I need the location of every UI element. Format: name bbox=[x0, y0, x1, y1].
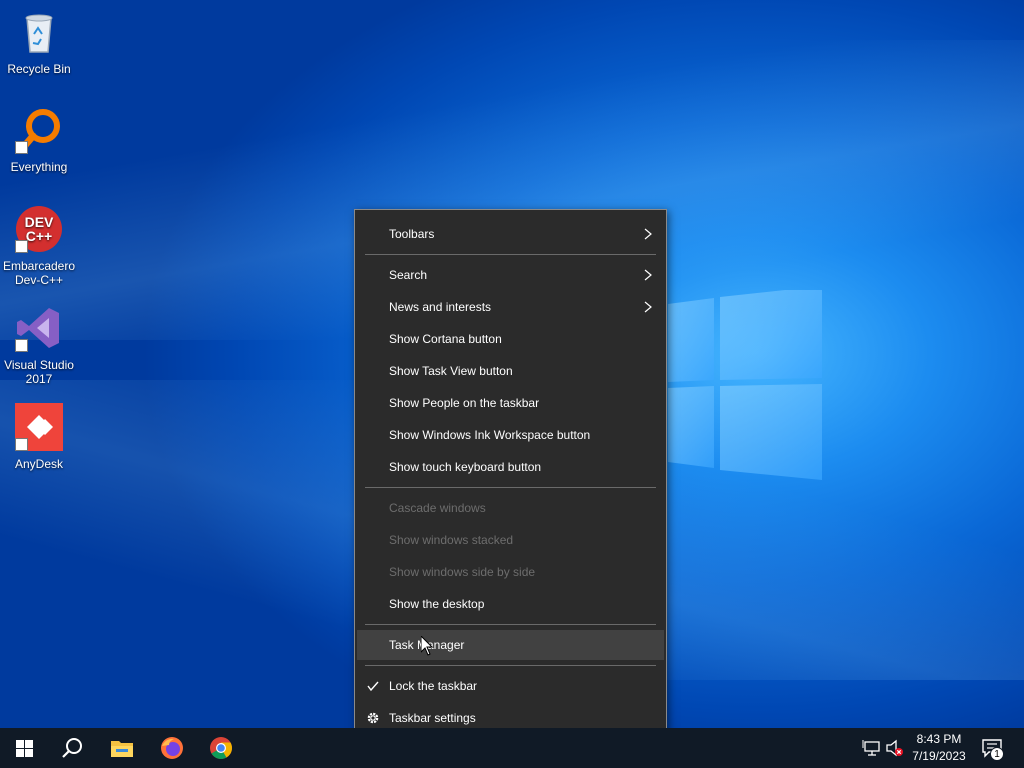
anydesk-icon bbox=[15, 403, 63, 451]
menu-item-show-ink-workspace[interactable]: Show Windows Ink Workspace button bbox=[357, 420, 664, 450]
taskbar-context-menu: Toolbars Search News and interests Show … bbox=[354, 209, 667, 743]
menu-item-show-windows-side-by-side: Show windows side by side bbox=[357, 557, 664, 587]
menu-item-label: Show Windows Ink Workspace button bbox=[389, 428, 591, 442]
menu-item-show-task-view[interactable]: Show Task View button bbox=[357, 356, 664, 386]
menu-item-label: Show Cortana button bbox=[389, 332, 502, 346]
gear-icon bbox=[367, 712, 379, 724]
chevron-right-icon bbox=[644, 269, 652, 281]
menu-item-toolbars[interactable]: Toolbars bbox=[357, 219, 664, 249]
menu-separator bbox=[365, 487, 656, 488]
menu-item-cascade-windows: Cascade windows bbox=[357, 493, 664, 523]
system-clock[interactable]: 8:43 PM 7/19/2023 bbox=[904, 731, 974, 765]
firefox-button[interactable] bbox=[148, 728, 196, 768]
notification-count-badge: 1 bbox=[990, 747, 1004, 761]
everything-search-icon bbox=[15, 106, 63, 154]
desktop-icon-devcpp[interactable]: DEV C++ Embarcadero Dev-C++ bbox=[2, 205, 76, 287]
chrome-button[interactable] bbox=[197, 728, 245, 768]
menu-item-label: Show People on the taskbar bbox=[389, 396, 540, 410]
menu-separator bbox=[365, 624, 656, 625]
desktop-icon-label: Embarcadero Dev-C++ bbox=[2, 259, 76, 287]
menu-item-task-manager[interactable]: Task Manager bbox=[357, 630, 664, 660]
menu-item-label: Show the desktop bbox=[389, 597, 485, 611]
menu-item-news-and-interests[interactable]: News and interests bbox=[357, 292, 664, 322]
file-explorer-icon bbox=[111, 741, 133, 757]
menu-item-show-cortana[interactable]: Show Cortana button bbox=[357, 324, 664, 354]
desktop-icon-everything[interactable]: Everything bbox=[2, 106, 76, 174]
network-icon[interactable] bbox=[862, 738, 882, 758]
firefox-icon bbox=[161, 737, 183, 759]
svg-text:C++: C++ bbox=[26, 228, 52, 244]
search-icon bbox=[62, 738, 82, 758]
clock-time: 8:43 PM bbox=[916, 732, 962, 746]
menu-separator bbox=[365, 665, 656, 666]
search-button[interactable] bbox=[48, 728, 96, 768]
taskbar: 8:43 PM 7/19/2023 1 bbox=[0, 728, 1024, 768]
start-button[interactable] bbox=[0, 728, 48, 768]
desktop-icon-label: AnyDesk bbox=[14, 457, 64, 471]
shortcut-arrow-icon bbox=[15, 240, 28, 253]
menu-item-label: News and interests bbox=[389, 300, 492, 314]
clock-date: 7/19/2023 bbox=[912, 749, 966, 763]
menu-item-show-windows-stacked: Show windows stacked bbox=[357, 525, 664, 555]
start-icon bbox=[15, 739, 33, 757]
windows-logo-wallpaper bbox=[668, 290, 822, 480]
menu-item-show-the-desktop[interactable]: Show the desktop bbox=[357, 589, 664, 619]
menu-item-label: Lock the taskbar bbox=[389, 679, 478, 693]
menu-item-show-people[interactable]: Show People on the taskbar bbox=[357, 388, 664, 418]
file-explorer-button[interactable] bbox=[98, 728, 146, 768]
menu-item-lock-taskbar[interactable]: Lock the taskbar bbox=[357, 671, 664, 701]
menu-separator bbox=[365, 254, 656, 255]
menu-item-label: Search bbox=[389, 268, 428, 282]
chrome-icon bbox=[210, 737, 232, 759]
devcpp-icon: DEV C++ bbox=[15, 205, 63, 253]
shortcut-arrow-icon bbox=[15, 141, 28, 154]
menu-item-label: Show windows side by side bbox=[389, 565, 536, 579]
desktop-icon-visual-studio[interactable]: Visual Studio 2017 bbox=[2, 304, 76, 386]
menu-item-label: Show touch keyboard button bbox=[389, 460, 542, 474]
checkmark-icon bbox=[367, 681, 379, 692]
desktop-icon-anydesk[interactable]: AnyDesk bbox=[2, 403, 76, 471]
menu-item-label: Toolbars bbox=[389, 227, 435, 241]
visual-studio-icon bbox=[15, 304, 63, 352]
shortcut-arrow-icon bbox=[15, 438, 28, 451]
recycle-bin-icon bbox=[15, 8, 63, 56]
volume-muted-icon[interactable] bbox=[885, 738, 905, 758]
mouse-cursor-icon bbox=[421, 636, 433, 656]
menu-item-show-touch-keyboard[interactable]: Show touch keyboard button bbox=[357, 452, 664, 482]
desktop-icon-label: Recycle Bin bbox=[7, 62, 71, 76]
chevron-right-icon bbox=[644, 228, 652, 240]
chevron-right-icon bbox=[644, 301, 652, 313]
shortcut-arrow-icon bbox=[15, 339, 28, 352]
desktop-icon-label: Everything bbox=[10, 160, 68, 174]
menu-item-label: Show Task View button bbox=[389, 364, 513, 378]
menu-item-search[interactable]: Search bbox=[357, 260, 664, 290]
menu-item-label: Show windows stacked bbox=[389, 533, 514, 547]
desktop-icon-label: Visual Studio 2017 bbox=[4, 358, 74, 386]
menu-item-label: Cascade windows bbox=[389, 501, 486, 515]
desktop-icon-recycle-bin[interactable]: Recycle Bin bbox=[2, 8, 76, 76]
menu-item-label: Taskbar settings bbox=[389, 711, 476, 725]
